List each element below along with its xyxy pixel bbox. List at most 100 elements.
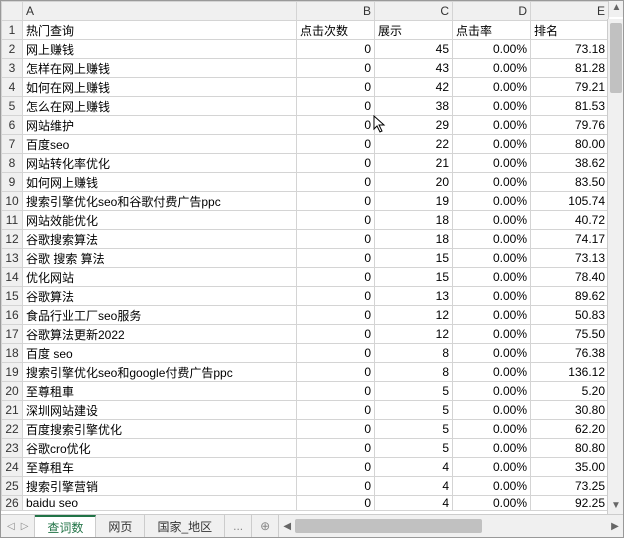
- cell[interactable]: 搜索引擎优化seo和谷歌付费广告ppc: [23, 192, 297, 211]
- row-header[interactable]: 14: [2, 268, 23, 287]
- cell[interactable]: 4: [375, 458, 453, 477]
- select-all-corner[interactable]: [2, 2, 23, 21]
- cell[interactable]: 0.00%: [453, 344, 531, 363]
- cell[interactable]: 0: [297, 458, 375, 477]
- row-header[interactable]: 7: [2, 135, 23, 154]
- cell[interactable]: 0.00%: [453, 116, 531, 135]
- row-header[interactable]: 6: [2, 116, 23, 135]
- col-header-D[interactable]: D: [453, 2, 531, 21]
- cell[interactable]: 0.00%: [453, 496, 531, 511]
- col-header-E[interactable]: E: [531, 2, 609, 21]
- cell[interactable]: 0.00%: [453, 287, 531, 306]
- cell[interactable]: 43: [375, 59, 453, 78]
- cell[interactable]: 0.00%: [453, 173, 531, 192]
- nav-next-icon[interactable]: ▷: [21, 521, 29, 532]
- sheet-tab-more[interactable]: ...: [225, 515, 252, 537]
- cell[interactable]: 12: [375, 306, 453, 325]
- cell[interactable]: 0: [297, 382, 375, 401]
- cell[interactable]: 89.62: [531, 287, 609, 306]
- cell[interactable]: 81.28: [531, 59, 609, 78]
- row-header[interactable]: 22: [2, 420, 23, 439]
- cell[interactable]: 62.20: [531, 420, 609, 439]
- row-header[interactable]: 5: [2, 97, 23, 116]
- cell[interactable]: 105.74: [531, 192, 609, 211]
- cell[interactable]: 网站维护: [23, 116, 297, 135]
- cell[interactable]: 0: [297, 116, 375, 135]
- cell[interactable]: 0.00%: [453, 325, 531, 344]
- cell[interactable]: 0: [297, 420, 375, 439]
- row-header[interactable]: 10: [2, 192, 23, 211]
- sheet-tab-3[interactable]: 国家_地区: [145, 515, 225, 537]
- cell[interactable]: 15: [375, 268, 453, 287]
- cell[interactable]: 热门查询: [23, 21, 297, 40]
- cell[interactable]: 0: [297, 439, 375, 458]
- cell[interactable]: 0: [297, 287, 375, 306]
- cell[interactable]: 至尊租车: [23, 458, 297, 477]
- cell[interactable]: 38: [375, 97, 453, 116]
- col-header-B[interactable]: B: [297, 2, 375, 21]
- row-header[interactable]: 23: [2, 439, 23, 458]
- row-header[interactable]: 16: [2, 306, 23, 325]
- cell[interactable]: 0.00%: [453, 401, 531, 420]
- cell[interactable]: 排名: [531, 21, 609, 40]
- cell[interactable]: 深圳网站建设: [23, 401, 297, 420]
- cell[interactable]: 0: [297, 496, 375, 511]
- cell[interactable]: 0: [297, 306, 375, 325]
- cell[interactable]: 73.13: [531, 249, 609, 268]
- cell[interactable]: 0.00%: [453, 363, 531, 382]
- row-header[interactable]: 24: [2, 458, 23, 477]
- cell[interactable]: 0: [297, 363, 375, 382]
- cell[interactable]: 0.00%: [453, 154, 531, 173]
- scroll-left-button[interactable]: ◀: [279, 521, 295, 532]
- cell[interactable]: 50.83: [531, 306, 609, 325]
- spreadsheet-grid[interactable]: A B C D E 1热门查询点击次数展示点击率排名2网上赚钱0450.00%7…: [1, 1, 623, 515]
- cell[interactable]: 网站转化率优化: [23, 154, 297, 173]
- vertical-scrollbar[interactable]: ▲ ▼: [607, 19, 623, 515]
- col-header-A[interactable]: A: [23, 2, 297, 21]
- cell[interactable]: 92.25: [531, 496, 609, 511]
- col-header-C[interactable]: C: [375, 2, 453, 21]
- cell[interactable]: 0.00%: [453, 97, 531, 116]
- row-header[interactable]: 4: [2, 78, 23, 97]
- cell[interactable]: 0: [297, 135, 375, 154]
- cell[interactable]: 20: [375, 173, 453, 192]
- cell[interactable]: 0.00%: [453, 78, 531, 97]
- cell[interactable]: 谷歌cro优化: [23, 439, 297, 458]
- cell[interactable]: 18: [375, 230, 453, 249]
- cell[interactable]: 5: [375, 420, 453, 439]
- cell[interactable]: 如何在网上赚钱: [23, 78, 297, 97]
- cell[interactable]: 13: [375, 287, 453, 306]
- cell[interactable]: 79.76: [531, 116, 609, 135]
- sheet-tab-active[interactable]: 查词数: [35, 515, 96, 537]
- cell[interactable]: 35.00: [531, 458, 609, 477]
- add-sheet-button[interactable]: ⊕: [252, 515, 278, 537]
- cell[interactable]: 78.40: [531, 268, 609, 287]
- cell[interactable]: 0.00%: [453, 211, 531, 230]
- cell[interactable]: 73.25: [531, 477, 609, 496]
- cell[interactable]: 79.21: [531, 78, 609, 97]
- cell[interactable]: 81.53: [531, 97, 609, 116]
- cell[interactable]: 0.00%: [453, 439, 531, 458]
- cell[interactable]: 0: [297, 173, 375, 192]
- sheet-tab-2[interactable]: 网页: [96, 515, 145, 537]
- cell[interactable]: 网上赚钱: [23, 40, 297, 59]
- row-header[interactable]: 20: [2, 382, 23, 401]
- cell[interactable]: 食品行业工厂seo服务: [23, 306, 297, 325]
- row-header[interactable]: 2: [2, 40, 23, 59]
- cell[interactable]: 0.00%: [453, 268, 531, 287]
- cell[interactable]: 0: [297, 192, 375, 211]
- cell[interactable]: 30.80: [531, 401, 609, 420]
- scroll-down-button[interactable]: ▼: [608, 499, 623, 515]
- cell[interactable]: 0.00%: [453, 40, 531, 59]
- cell[interactable]: 0.00%: [453, 192, 531, 211]
- cell[interactable]: 19: [375, 192, 453, 211]
- horizontal-scroll-thumb[interactable]: [295, 519, 482, 533]
- row-header[interactable]: 26: [2, 496, 23, 511]
- cell[interactable]: 0.00%: [453, 59, 531, 78]
- cell[interactable]: 0.00%: [453, 249, 531, 268]
- cell[interactable]: 如何网上赚钱: [23, 173, 297, 192]
- cell[interactable]: 至尊租車: [23, 382, 297, 401]
- horizontal-scrollbar[interactable]: ◀ ▶: [278, 515, 623, 537]
- cell[interactable]: 5.20: [531, 382, 609, 401]
- row-header[interactable]: 1: [2, 21, 23, 40]
